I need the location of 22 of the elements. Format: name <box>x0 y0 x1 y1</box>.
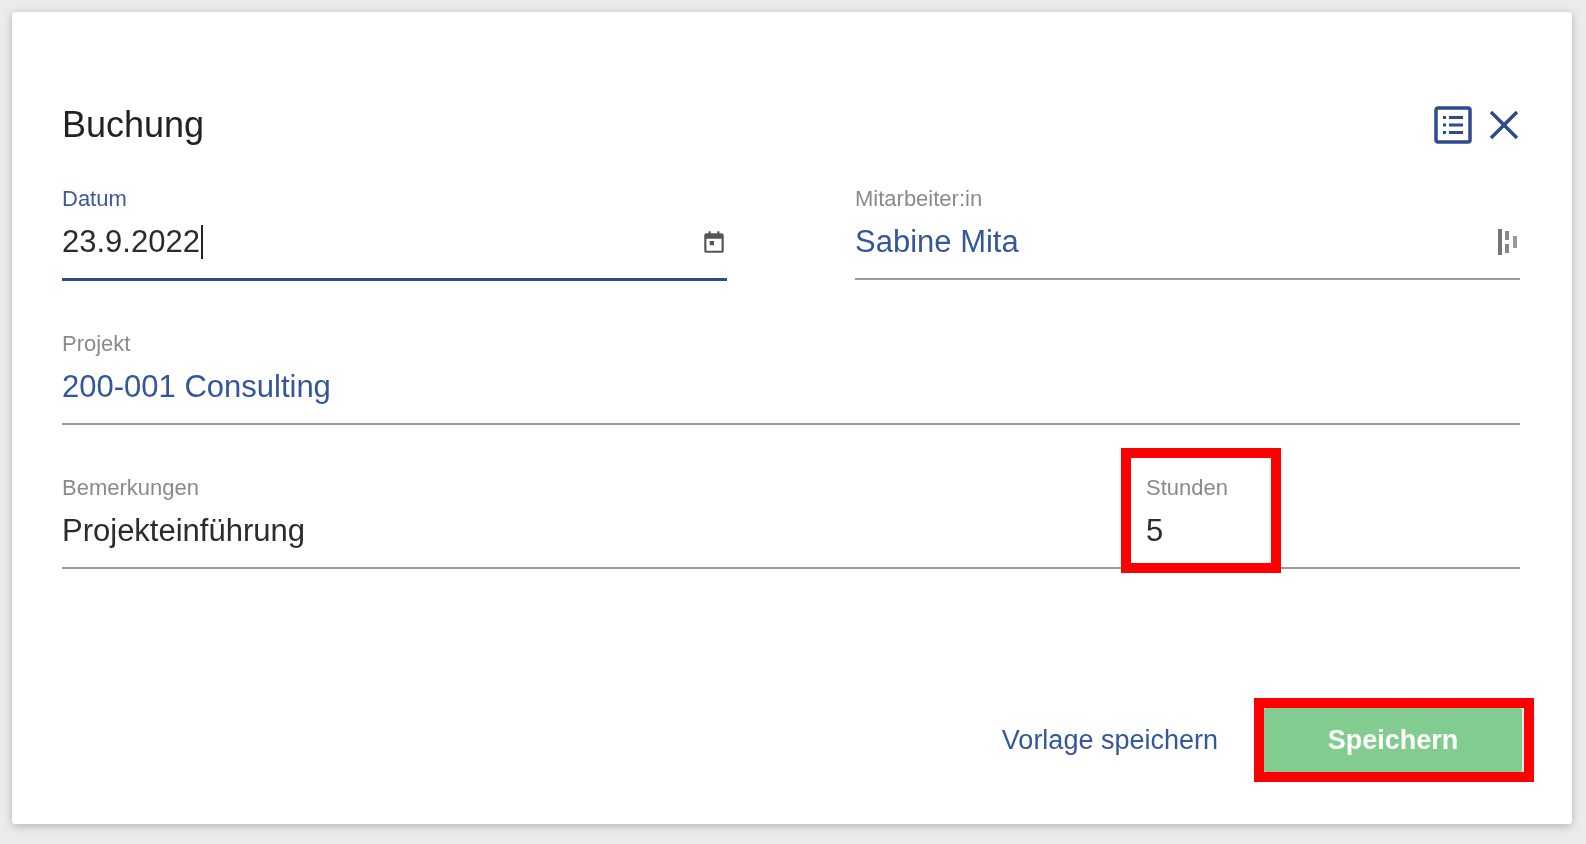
close-icon[interactable] <box>1488 109 1520 141</box>
input-field[interactable]: Datum 23.9.2022 <box>62 186 727 281</box>
text-cursor <box>200 225 203 259</box>
field-value: 5 <box>1146 513 1164 549</box>
field-value: Projekteinführung <box>62 513 305 549</box>
save-template-button[interactable]: Vorlage speichern <box>1001 714 1218 766</box>
calendar-icon[interactable] <box>701 229 727 255</box>
list-icon[interactable] <box>1434 106 1472 144</box>
field-label: Mitarbeiter:in <box>855 186 984 212</box>
input-field[interactable]: Bemerkungen Projekteinführung <box>62 475 1146 569</box>
field-label: Projekt <box>62 331 132 357</box>
field-value: 200-001 Consulting <box>62 369 331 405</box>
bars-icon[interactable] <box>1496 227 1520 257</box>
input-field[interactable]: Projekt 200-001 Consulting <box>62 331 1520 425</box>
field-label: Datum <box>62 186 128 212</box>
field-label: Stunden <box>1146 475 1229 501</box>
field-value: Sabine Mita <box>855 224 1019 260</box>
field-value: 23.9.2022 <box>62 224 200 260</box>
input-field[interactable]: Stunden 5 <box>1146 475 1520 569</box>
dialog-title: Buchung <box>62 104 205 146</box>
field-label: Bemerkungen <box>62 475 200 501</box>
input-field[interactable]: Mitarbeiter:in Sabine Mita <box>855 186 1520 280</box>
